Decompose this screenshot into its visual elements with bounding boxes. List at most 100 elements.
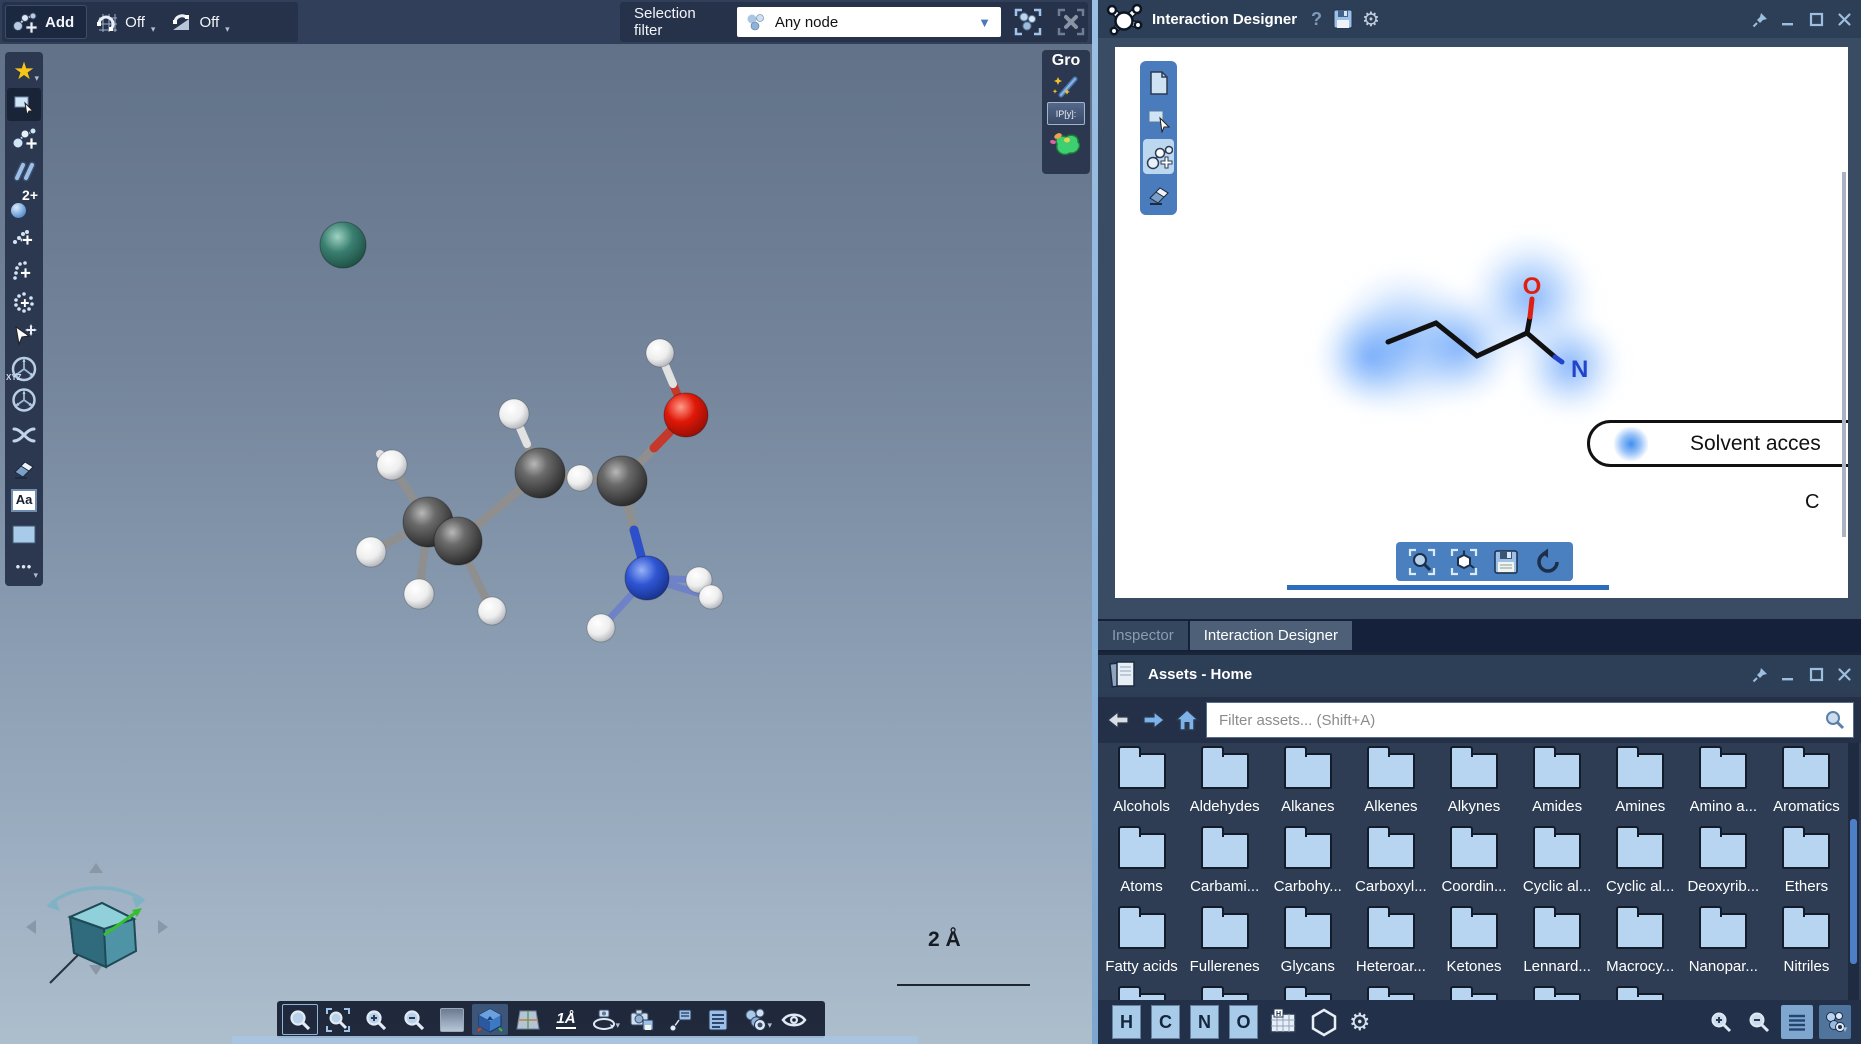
folder-item[interactable]: Amino a...: [1682, 743, 1765, 823]
designer-eraser-button[interactable]: [1143, 176, 1174, 211]
save-image-button[interactable]: [1487, 545, 1525, 578]
fit-view-button[interactable]: [1403, 545, 1441, 578]
canvas-horizontal-scrollbar[interactable]: [1287, 585, 1609, 590]
atom-teal-ion[interactable]: [320, 222, 366, 268]
folder-item[interactable]: Coordin...: [1432, 823, 1515, 903]
interaction-designer-canvas[interactable]: O N Solvent acces C: [1115, 47, 1848, 598]
list-view-button[interactable]: [1781, 1005, 1813, 1039]
add-button[interactable]: Add: [5, 5, 87, 39]
reset-view-button[interactable]: [1529, 545, 1567, 578]
filter-search-icon[interactable]: [1824, 709, 1846, 731]
asset-grid-scrollbar[interactable]: [1848, 743, 1859, 1000]
favorites-button[interactable]: ★▾: [7, 55, 41, 88]
folder-item[interactable]: Carboxyl...: [1349, 823, 1432, 903]
label-flag-button[interactable]: [662, 1004, 698, 1035]
atom-hydrogen[interactable]: [646, 339, 674, 367]
folder-item[interactable]: Carbami...: [1183, 823, 1266, 903]
charge-tool-button[interactable]: 2+: [7, 187, 41, 220]
element-button-c[interactable]: C: [1151, 1005, 1180, 1039]
element-button-o[interactable]: O: [1229, 1005, 1258, 1039]
forward-button[interactable]: [1140, 708, 1166, 732]
molecule-2d-drawing[interactable]: O N: [1115, 47, 1848, 598]
folder-item[interactable]: Alkanes: [1266, 743, 1349, 823]
folder-item[interactable]: Atoms: [1100, 823, 1183, 903]
folder-item[interactable]: Nitriles: [1765, 903, 1848, 983]
folder-item[interactable]: Fatty acids: [1100, 903, 1183, 983]
folder-item[interactable]: Aromatics: [1765, 743, 1848, 823]
folder-item[interactable]: Alcohols: [1100, 743, 1183, 823]
folder-item-partial[interactable]: [1432, 983, 1515, 1000]
select-matching-nodes-button[interactable]: [1011, 5, 1045, 39]
element-button-n[interactable]: N: [1190, 1005, 1219, 1039]
assets-maximize-button[interactable]: [1807, 665, 1825, 683]
atom-hydrogen[interactable]: [377, 450, 407, 480]
minimize-button[interactable]: [1779, 10, 1797, 28]
atom-carbon[interactable]: [515, 448, 565, 498]
canvas-vertical-scrollbar[interactable]: [1842, 172, 1846, 537]
assets-minimize-button[interactable]: [1779, 665, 1797, 683]
add-atoms-tool-button[interactable]: [7, 121, 41, 154]
folder-item[interactable]: Alkynes: [1432, 743, 1515, 823]
icons-zoom-out-button[interactable]: [1743, 1005, 1775, 1039]
grid-plane-button[interactable]: [510, 1004, 546, 1035]
atom-carbon[interactable]: [434, 517, 482, 565]
home-button[interactable]: [1174, 708, 1200, 732]
save-button[interactable]: [1332, 8, 1354, 30]
add-chain-tool-button[interactable]: [7, 220, 41, 253]
dropdown-arrow-icon[interactable]: ▼: [978, 15, 997, 30]
atom-hydrogen[interactable]: [499, 399, 529, 429]
select-tool-button[interactable]: [7, 88, 41, 121]
folder-item-partial[interactable]: [1599, 983, 1682, 1000]
folder-item[interactable]: Amides: [1516, 743, 1599, 823]
atom-hydrogen[interactable]: [587, 614, 615, 642]
visibility-eye-button[interactable]: [776, 1004, 812, 1035]
asset-grid-viewport[interactable]: AlcoholsAldehydesAlkanesAlkenesAlkynesAm…: [1100, 743, 1848, 1000]
camera-snapshot-button[interactable]: [624, 1004, 660, 1035]
folder-item-partial[interactable]: [1349, 983, 1432, 1000]
folder-item[interactable]: Lennard...: [1516, 903, 1599, 983]
zoom-in-button[interactable]: [358, 1004, 394, 1035]
asset-grid-scrollbar-thumb[interactable]: [1850, 819, 1857, 964]
folder-item[interactable]: Ketones: [1432, 903, 1515, 983]
atom-hydrogen[interactable]: [567, 465, 593, 491]
new-document-button[interactable]: [1143, 65, 1174, 100]
settings-gear-button[interactable]: ⚙: [1362, 7, 1380, 32]
folder-item-partial[interactable]: [1516, 983, 1599, 1000]
background-style-button[interactable]: [434, 1004, 470, 1035]
grid-spacing-button[interactable]: 1Å: [548, 1004, 584, 1035]
back-button[interactable]: [1106, 708, 1132, 732]
angle-snap-caret-icon[interactable]: ▾: [225, 24, 230, 35]
folder-item-partial[interactable]: [1183, 983, 1266, 1000]
folder-item[interactable]: Alkenes: [1349, 743, 1432, 823]
grid-view-button[interactable]: ▾: [1819, 1005, 1851, 1039]
element-button-h[interactable]: H: [1112, 1005, 1141, 1039]
eraser-tool-button[interactable]: [7, 451, 41, 484]
designer-add-atoms-button[interactable]: [1143, 139, 1174, 174]
zoom-region-button[interactable]: [282, 1004, 318, 1035]
render-preset-button[interactable]: ▾: [738, 1004, 774, 1035]
angle-snap-toggle[interactable]: Off ▾: [161, 5, 235, 39]
folder-item[interactable]: Ethers: [1765, 823, 1848, 903]
orbit-camera-button[interactable]: ▾: [586, 1004, 622, 1035]
assets-settings-button[interactable]: ⚙: [1349, 1008, 1371, 1037]
add-curve-tool-button[interactable]: [7, 253, 41, 286]
folder-item[interactable]: Aldehydes: [1183, 743, 1266, 823]
viewport-3d[interactable]: Add Off ▾ Off ▾: [0, 0, 1092, 1044]
folder-item[interactable]: Carbohy...: [1266, 823, 1349, 903]
atom-oxygen[interactable]: [664, 393, 708, 437]
pin-button[interactable]: [1751, 10, 1769, 28]
folder-item[interactable]: Cyclic al...: [1516, 823, 1599, 903]
magic-wand-icon[interactable]: [1051, 73, 1081, 99]
maximize-button[interactable]: [1807, 10, 1825, 28]
rotate-xyz-button[interactable]: XYZ: [7, 385, 41, 418]
twist-tool-button[interactable]: [7, 418, 41, 451]
help-button[interactable]: ?: [1311, 9, 1322, 30]
folder-item[interactable]: Fullerenes: [1183, 903, 1266, 983]
selection-filter-dropdown[interactable]: Any node ▼: [737, 7, 1001, 37]
atom-carbon[interactable]: [597, 456, 647, 506]
grid-snap-caret-icon[interactable]: ▾: [151, 24, 156, 35]
add-ring-tool-button[interactable]: [7, 286, 41, 319]
move-tool-button[interactable]: [7, 319, 41, 352]
folder-item[interactable]: Heteroar...: [1349, 903, 1432, 983]
nitrogen-label[interactable]: N: [1571, 356, 1588, 383]
